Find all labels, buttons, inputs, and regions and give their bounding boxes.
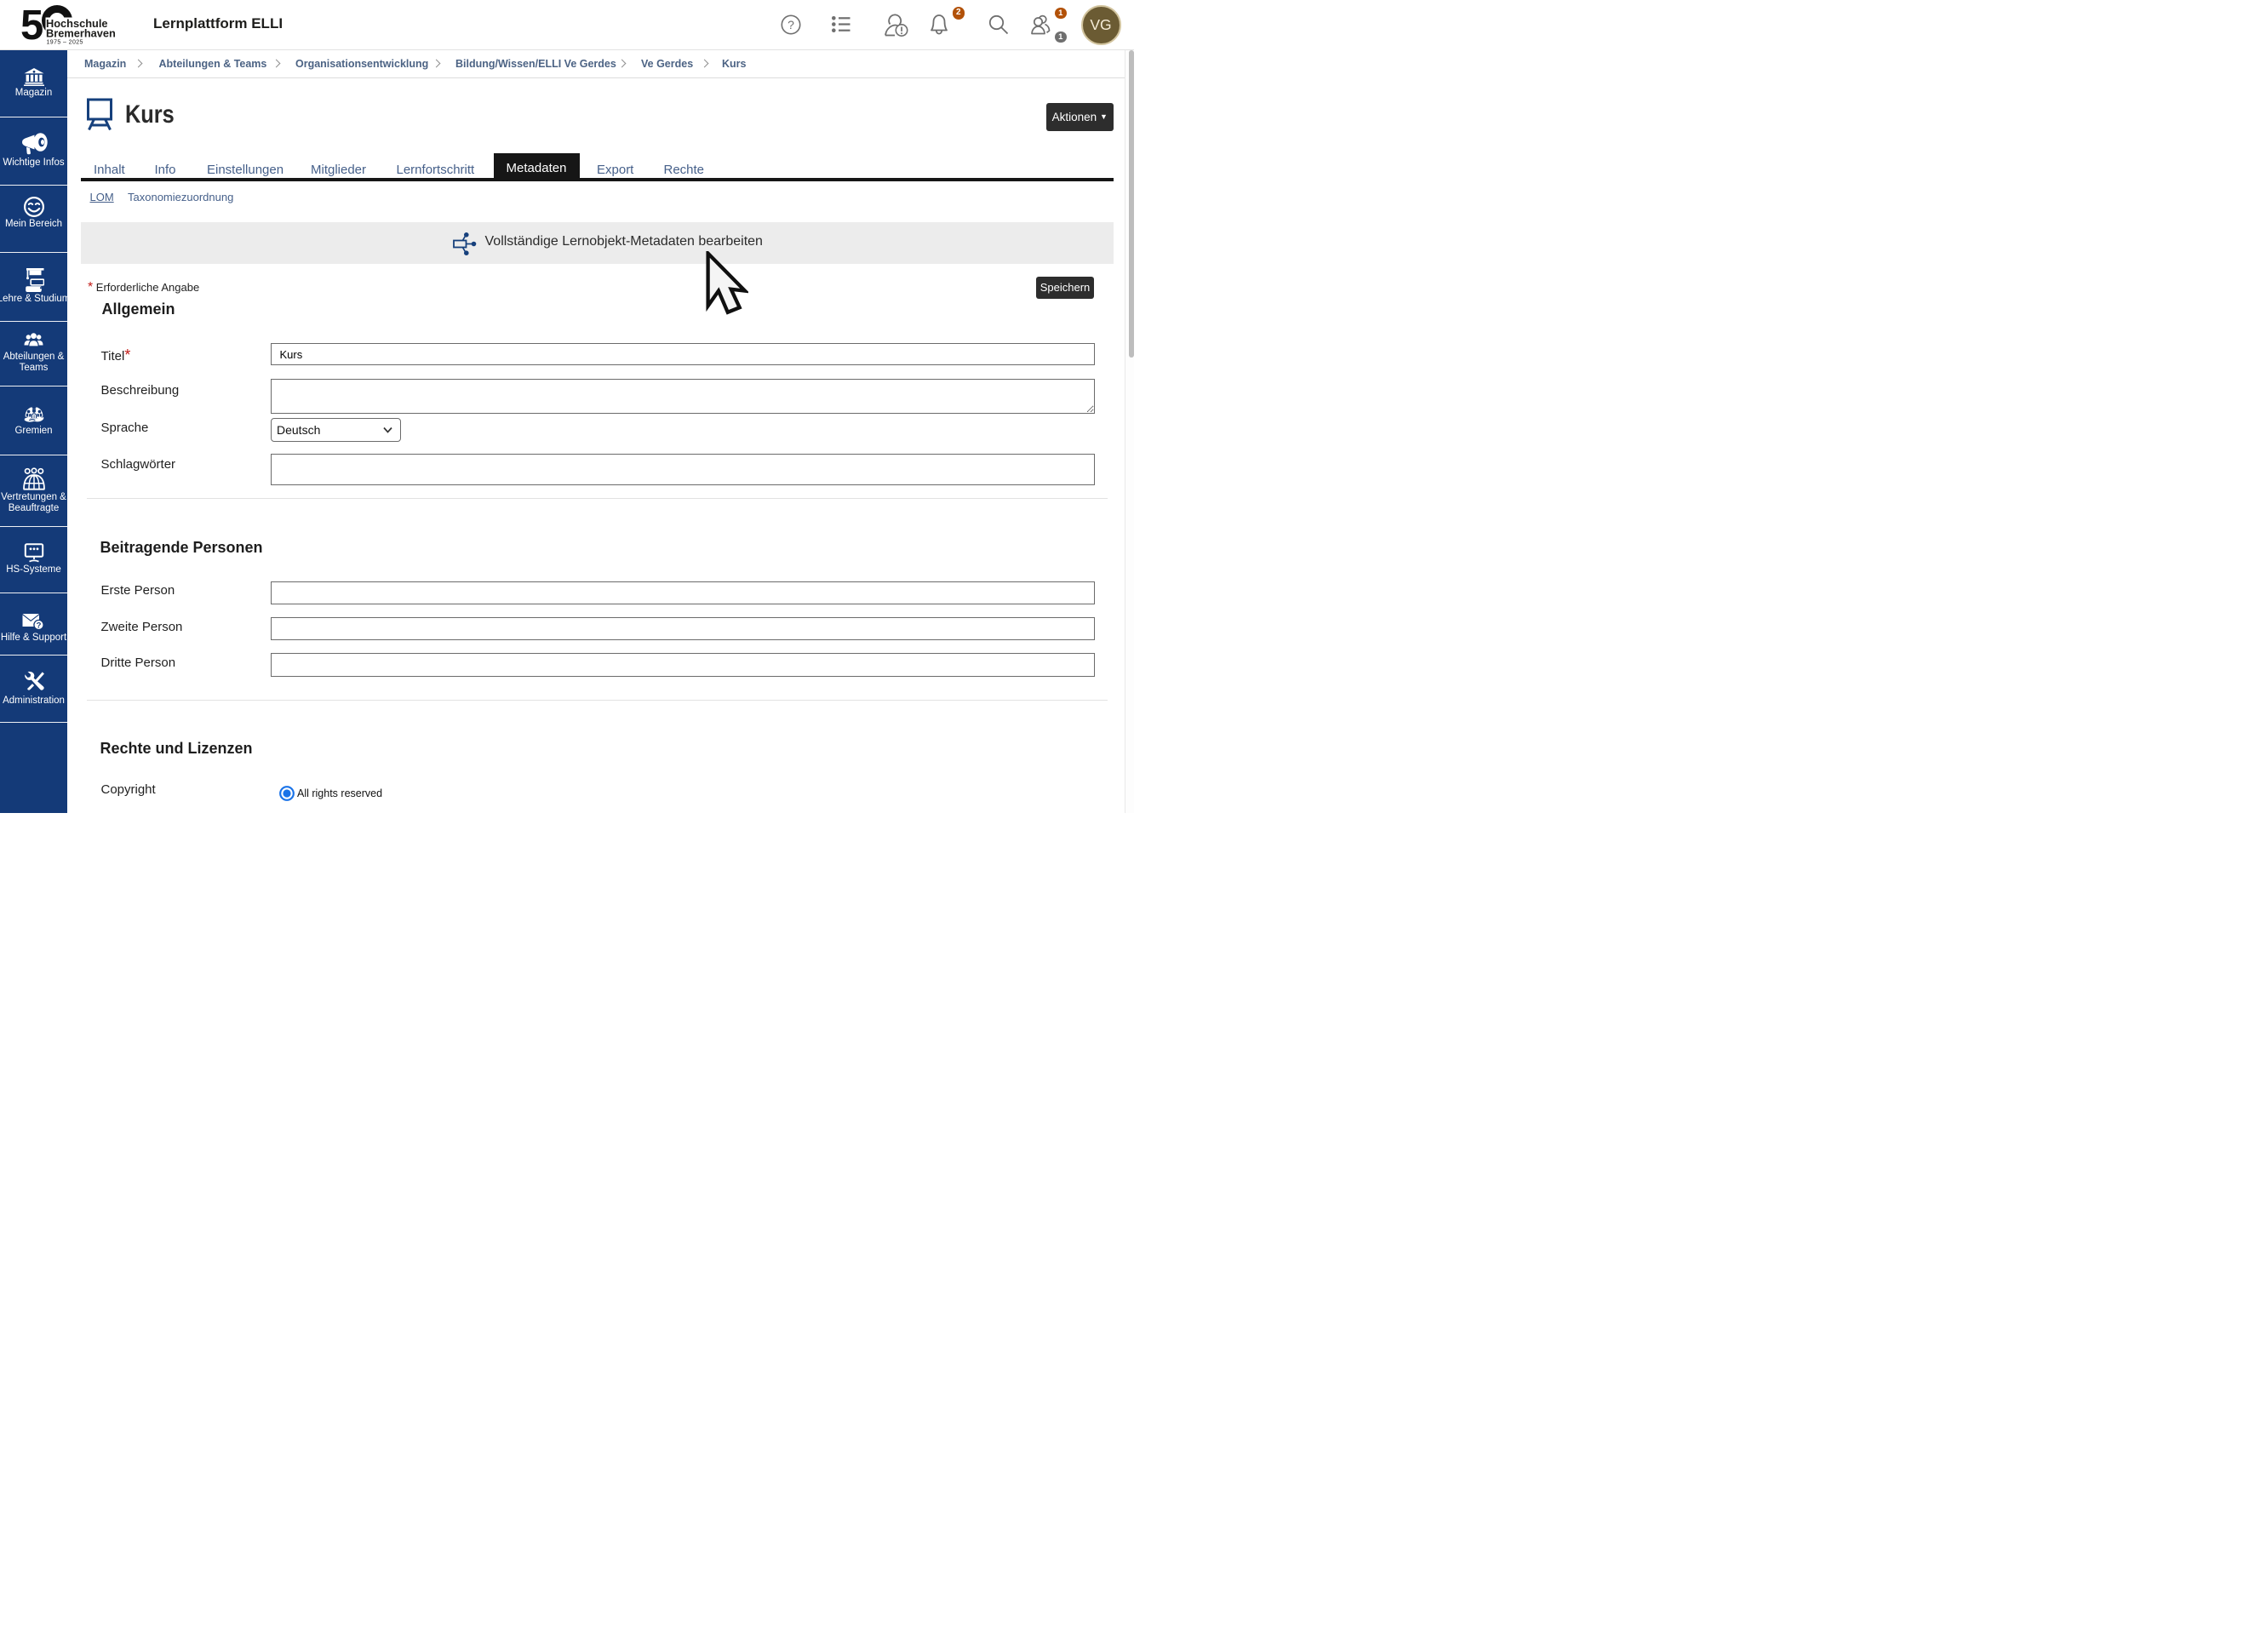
svg-text:Bremerhaven: Bremerhaven [46, 27, 116, 40]
svg-text:?: ? [37, 621, 42, 630]
svg-text:1975 – 2025: 1975 – 2025 [47, 40, 83, 46]
svg-text:?: ? [788, 18, 794, 31]
svg-text:5: 5 [20, 4, 43, 47]
